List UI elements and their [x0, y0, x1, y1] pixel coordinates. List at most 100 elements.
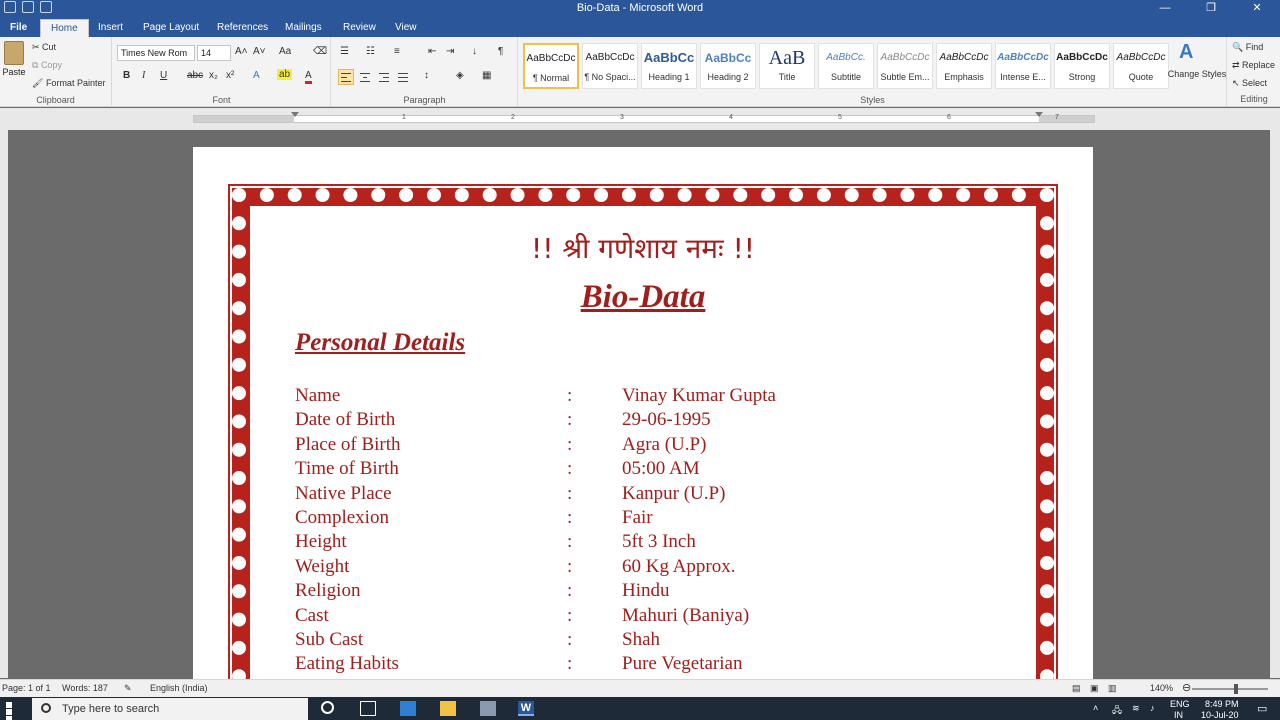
tab-insert[interactable]: Insert [88, 19, 133, 37]
shrink-font-icon[interactable]: A˅ [253, 46, 266, 57]
grow-font-icon[interactable]: A˄ [235, 46, 248, 57]
file-explorer-icon[interactable] [440, 701, 456, 716]
close-button[interactable]: ✕ [1234, 0, 1280, 17]
decrease-indent-icon[interactable]: ⇤ [428, 46, 436, 57]
style-preview: AaBbCc [643, 50, 695, 65]
style-subtle-emphasis[interactable]: AaBbCcDc Subtle Em... [877, 43, 933, 89]
justify-button[interactable] [395, 69, 411, 85]
style-no-spacing[interactable]: AaBbCcDc ¶ No Spaci... [582, 43, 638, 89]
right-indent-marker[interactable] [1035, 112, 1043, 117]
align-left-button[interactable] [338, 69, 354, 85]
show-marks-icon[interactable]: ¶ [498, 46, 503, 57]
input-language[interactable]: ENG [1170, 699, 1190, 709]
increase-indent-icon[interactable]: ⇥ [446, 46, 454, 57]
align-right-button[interactable] [376, 69, 392, 85]
font-size-combo[interactable]: 14 [197, 45, 231, 61]
underline-icon[interactable]: U [160, 70, 167, 81]
zoom-slider-thumb[interactable] [1234, 684, 1238, 694]
paste-button[interactable]: Paste [2, 41, 26, 83]
style-intense-emphasis[interactable]: AaBbCcDc Intense E... [995, 43, 1051, 89]
numbering-icon[interactable]: ☷ [366, 46, 375, 57]
tab-home[interactable]: Home [40, 19, 89, 37]
align-center-button[interactable] [357, 69, 373, 85]
bullets-icon[interactable]: ☰ [340, 46, 349, 57]
style-heading-2[interactable]: AaBbCc Heading 2 [700, 43, 756, 89]
page-count[interactable]: Page: 1 of 1 [2, 683, 51, 693]
full-screen-icon[interactable]: ▣ [1090, 683, 1099, 694]
font-color-icon[interactable]: A [305, 70, 312, 84]
format-painter-button[interactable]: 🖌 Format Painter [32, 78, 105, 89]
replace-button[interactable]: ⇄ Replace [1232, 60, 1275, 71]
strikethrough-icon[interactable]: abc [187, 70, 203, 81]
style-quote[interactable]: AaBbCcDc Quote [1113, 43, 1169, 89]
restore-button[interactable]: ❐ [1188, 0, 1234, 17]
volume-icon[interactable]: ♪ [1150, 703, 1155, 713]
network-icon[interactable]: 🖧 [1112, 703, 1122, 719]
sort-icon[interactable]: ↓ [472, 46, 477, 57]
web-layout-icon[interactable]: ▥ [1108, 683, 1117, 694]
style-preview: AaBbCcDc [939, 52, 989, 63]
status-bar: Page: 1 of 1 Words: 187 ✎ English (India… [0, 679, 1280, 697]
tab-mailings[interactable]: Mailings [275, 19, 332, 37]
input-region[interactable]: IN [1174, 710, 1183, 720]
zoom-slider[interactable] [1192, 688, 1268, 690]
multilevel-list-icon[interactable]: ≡ [394, 46, 400, 57]
tab-review[interactable]: Review [333, 19, 386, 37]
zoom-level[interactable]: 140% [1150, 683, 1173, 693]
style-name: Title [778, 72, 796, 82]
style-strong[interactable]: AaBbCcDc Strong [1054, 43, 1110, 89]
wifi-icon[interactable]: ≋ [1132, 703, 1140, 714]
text-effects-icon[interactable]: A [253, 70, 260, 81]
tab-view[interactable]: View [385, 19, 427, 37]
windows-start-icon[interactable] [6, 702, 19, 720]
tab-file[interactable]: File [0, 19, 38, 37]
vertical-scrollbar[interactable] [1270, 108, 1280, 678]
indent-marker[interactable] [291, 112, 299, 117]
borders-icon[interactable]: ▦ [482, 70, 491, 81]
cut-button[interactable]: ✂ Cut [32, 42, 56, 53]
subscript-icon[interactable]: x₂ [209, 70, 218, 81]
change-styles-button[interactable]: Change Styles [1167, 69, 1227, 79]
ribbon: Paste ✂ Cut ⧉ Copy 🖌 Format Painter Clip… [0, 37, 1280, 107]
proofing-icon[interactable]: ✎ [124, 683, 132, 694]
print-layout-icon[interactable]: ▤ [1072, 683, 1081, 694]
document-page[interactable]: !! श्री गणेशाय नमः !! Bio-Data Personal … [193, 147, 1093, 687]
superscript-icon[interactable]: x² [226, 70, 234, 81]
style-title[interactable]: AaB Title [759, 43, 815, 89]
word-count[interactable]: Words: 187 [62, 683, 108, 693]
zoom-out-icon[interactable]: ⊖ [1182, 681, 1191, 694]
clock-time[interactable]: 8:49 PM [1205, 699, 1239, 709]
change-case-icon[interactable]: Aa [279, 46, 291, 57]
notifications-icon[interactable]: ▭ [1257, 702, 1267, 715]
tab-references[interactable]: References [207, 19, 278, 37]
shading-icon[interactable]: ◈ [456, 70, 464, 81]
taskbar-search[interactable]: Type here to search [32, 698, 308, 720]
find-button[interactable]: 🔍 Find [1232, 42, 1263, 53]
tray-chevron-icon[interactable]: ˄ [1093, 703, 1098, 713]
store-icon[interactable] [480, 701, 496, 716]
clipboard-icon [4, 41, 24, 65]
word-taskbar-icon[interactable]: W [518, 701, 534, 716]
style-emphasis[interactable]: AaBbCcDc Emphasis [936, 43, 992, 89]
clear-format-icon[interactable]: ⌫ [313, 46, 327, 57]
cortana-icon[interactable] [321, 701, 334, 714]
detail-value: 05:00 AM [622, 458, 700, 480]
clock-date[interactable]: 10-Jul-20 [1201, 710, 1239, 720]
task-view-icon[interactable] [360, 701, 376, 716]
bold-icon[interactable]: B [123, 70, 130, 81]
change-styles-icon[interactable]: A [1179, 41, 1193, 64]
copy-button[interactable]: ⧉ Copy [32, 60, 62, 71]
horizontal-ruler[interactable]: 1 2 3 4 5 6 7 [0, 108, 1280, 130]
select-button[interactable]: ↖ Select [1232, 78, 1267, 89]
style-heading-1[interactable]: AaBbCc Heading 1 [641, 43, 697, 89]
font-name-combo[interactable]: Times New Rom [117, 45, 195, 61]
minimize-button[interactable]: — [1142, 0, 1188, 17]
language-indicator[interactable]: English (India) [150, 683, 208, 693]
style-subtitle[interactable]: AaBbCc. Subtitle [818, 43, 874, 89]
tab-page-layout[interactable]: Page Layout [133, 19, 209, 37]
highlight-icon[interactable]: ab [277, 69, 293, 80]
mail-icon[interactable] [400, 701, 416, 716]
line-spacing-icon[interactable]: ↕ [424, 70, 429, 81]
italic-icon[interactable]: I [142, 70, 145, 81]
style-normal[interactable]: AaBbCcDc ¶ Normal [523, 43, 579, 89]
